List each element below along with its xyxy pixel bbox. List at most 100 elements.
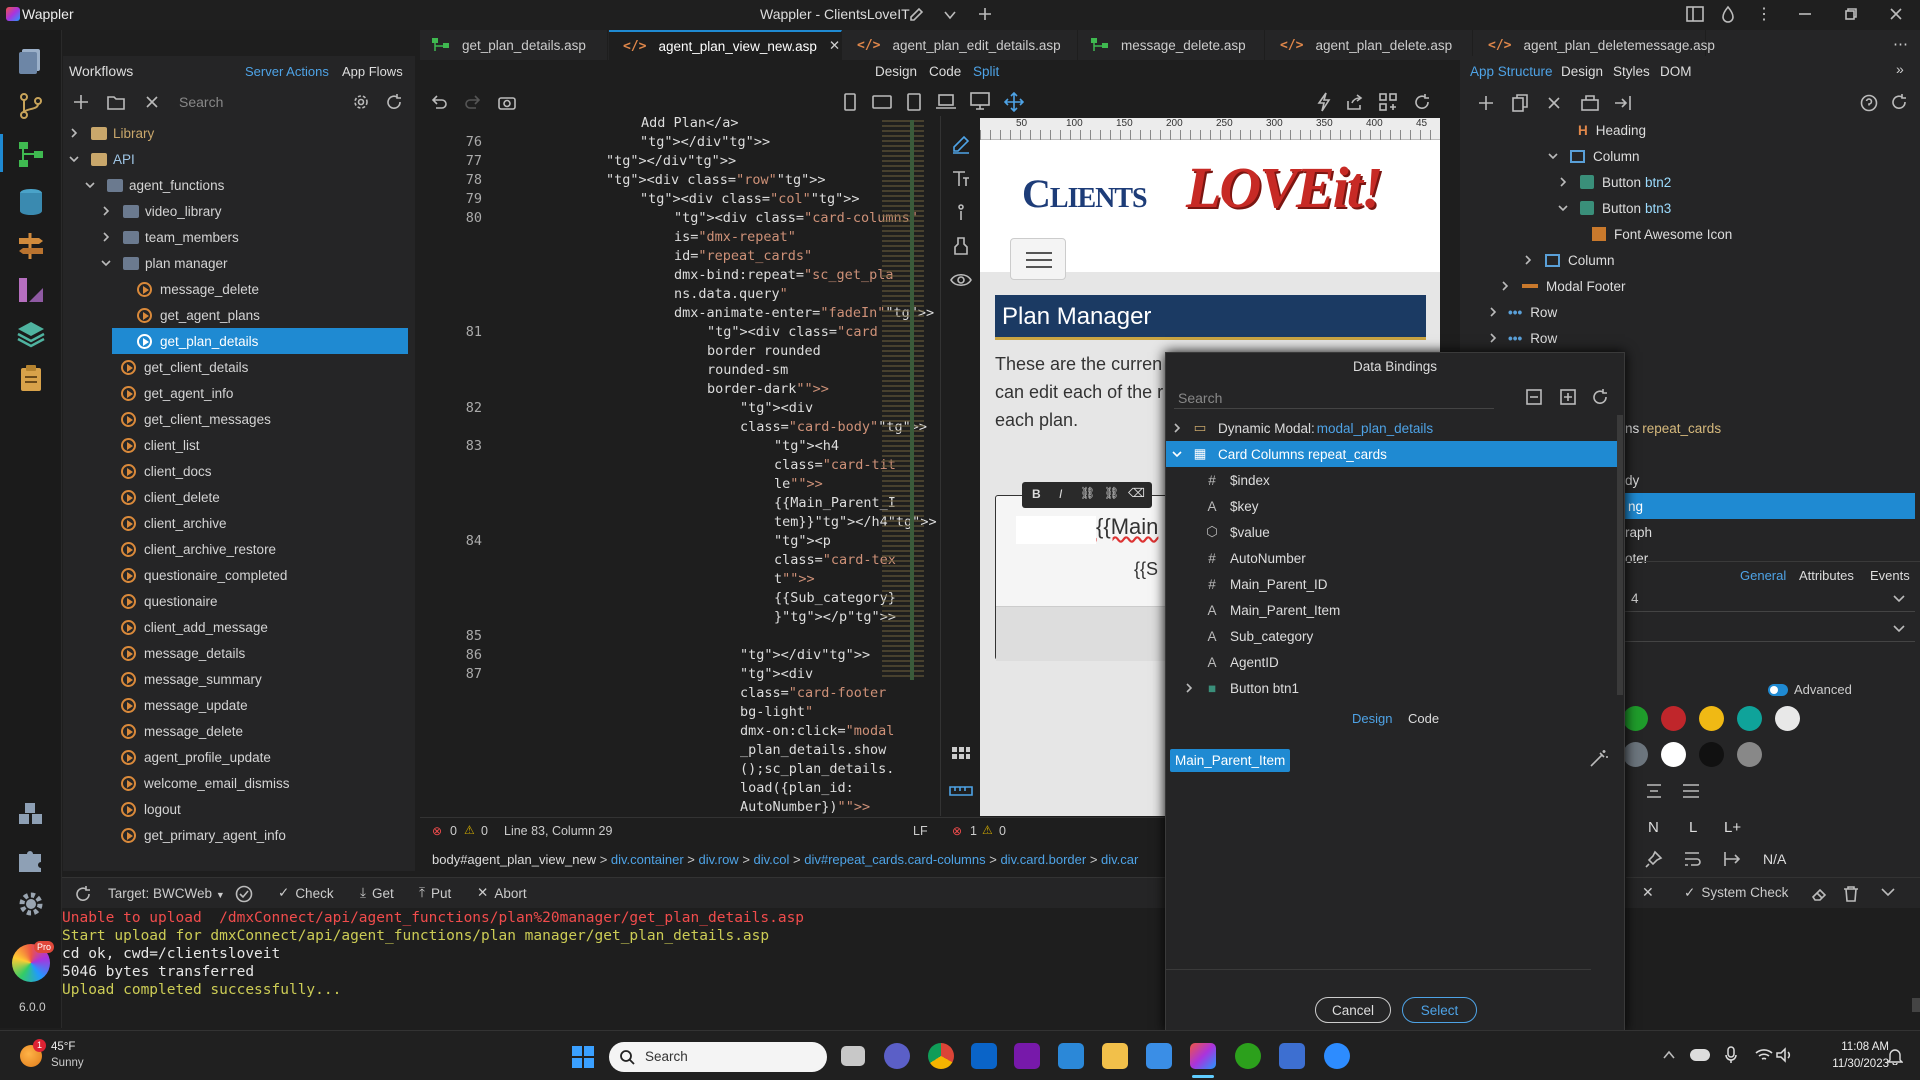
- tab-agent-plan-delete[interactable]: </> agent_plan_delete.asp: [1266, 30, 1473, 60]
- collapse-all-icon[interactable]: [1526, 389, 1542, 405]
- check-button[interactable]: ✓ Check: [278, 885, 334, 901]
- color-swatch[interactable]: [1623, 742, 1648, 767]
- windows-start-icon[interactable]: [572, 1046, 594, 1068]
- card-title[interactable]: {{Main: [1096, 514, 1158, 540]
- volume-icon[interactable]: [1776, 1047, 1794, 1063]
- refresh-preview-icon[interactable]: [1413, 93, 1431, 111]
- binding-item[interactable]: ▦ Card Columns repeat_cards: [1166, 441, 1618, 467]
- tree-item[interactable]: get_agent_info: [63, 380, 408, 406]
- tree-item[interactable]: message_details: [63, 640, 408, 666]
- check-circle-icon[interactable]: [235, 885, 253, 903]
- expand-all-icon[interactable]: [1560, 389, 1576, 405]
- tree-item-get-plan-details[interactable]: get_plan_details: [112, 328, 408, 354]
- settings-icon[interactable]: [15, 888, 47, 920]
- grid-layout-icon[interactable]: [951, 746, 971, 766]
- select-button[interactable]: Select: [1402, 997, 1477, 1023]
- close-icon[interactable]: ✕: [1642, 884, 1654, 901]
- unlink-icon[interactable]: ⛓: [1104, 486, 1119, 500]
- git-icon[interactable]: [15, 90, 47, 122]
- desktop-view-icon[interactable]: [970, 92, 990, 110]
- tree-item-api[interactable]: API: [63, 146, 408, 172]
- zoom-icon[interactable]: [1324, 1043, 1350, 1069]
- help-icon[interactable]: [1860, 94, 1878, 112]
- layers-icon[interactable]: [15, 318, 47, 350]
- color-swatch[interactable]: [1699, 706, 1724, 731]
- extensions-icon[interactable]: [15, 800, 47, 832]
- tree-item[interactable]: client_list: [63, 432, 408, 458]
- tree-item[interactable]: welcome_email_dismiss: [63, 770, 408, 796]
- move-into-icon[interactable]: [1614, 95, 1632, 111]
- na-option[interactable]: N/A: [1763, 851, 1786, 867]
- get-button[interactable]: ⤓ Get: [360, 885, 394, 901]
- clock-date[interactable]: 11/30/2023: [1820, 1058, 1889, 1070]
- pin-icon[interactable]: [1645, 850, 1663, 868]
- breadcrumb-item[interactable]: div.row: [698, 852, 738, 867]
- files-icon[interactable]: [15, 44, 47, 76]
- tree-item-column[interactable]: Column: [1548, 143, 1640, 169]
- refresh-icon[interactable]: [385, 93, 403, 111]
- binding-item[interactable]: ▭ Dynamic Modal: modal_plan_details: [1166, 415, 1618, 441]
- onedrive-icon[interactable]: [1690, 1049, 1710, 1061]
- database-icon[interactable]: [15, 186, 47, 218]
- remote-desktop-icon[interactable]: [1279, 1043, 1305, 1069]
- clipboard-icon[interactable]: [15, 362, 47, 394]
- view-split[interactable]: Split: [973, 64, 999, 79]
- cancel-button[interactable]: Cancel: [1315, 997, 1391, 1023]
- trash-icon[interactable]: [1842, 885, 1860, 903]
- terminal-output[interactable]: Unable to upload /dmxConnect/api/agent_f…: [62, 908, 1167, 1028]
- tree-item[interactable]: client_delete: [63, 484, 408, 510]
- nowrap-icon[interactable]: [1723, 850, 1741, 868]
- prop-tab-events[interactable]: Events: [1870, 568, 1910, 583]
- notepad-icon[interactable]: [1058, 1043, 1084, 1069]
- tree-item-get-agent-plans[interactable]: get_agent_plans: [63, 302, 408, 328]
- mobile-view-icon[interactable]: [843, 93, 857, 111]
- tab-code[interactable]: Code: [1408, 711, 1439, 726]
- text-icon[interactable]: [951, 168, 971, 188]
- tree-item[interactable]: get_client_details: [63, 354, 408, 380]
- breadcrumb-item[interactable]: div.container: [611, 852, 684, 867]
- tree-item[interactable]: client_add_message: [63, 614, 408, 640]
- delete-icon[interactable]: [1547, 96, 1561, 110]
- color-swatch[interactable]: [1737, 706, 1762, 731]
- tree-item-font-awesome-icon[interactable]: Font Awesome Icon: [1592, 221, 1732, 247]
- binding-item[interactable]: ■ Button btn1: [1166, 675, 1618, 701]
- tree-item-team-members[interactable]: team_members: [63, 224, 408, 250]
- line-ending[interactable]: LF: [913, 824, 928, 838]
- tree-item-partial-repeat[interactable]: ns repeat_cards: [1625, 415, 1721, 441]
- tree-item-button-btn2[interactable]: Button btn2: [1558, 169, 1671, 195]
- tree-item-row-2[interactable]: ••• Row: [1488, 325, 1557, 351]
- folder-icon[interactable]: [107, 94, 125, 110]
- eye-icon[interactable]: [950, 270, 972, 290]
- minimize-icon[interactable]: [1797, 6, 1813, 22]
- tree-item[interactable]: message_update: [63, 692, 408, 718]
- clock-time[interactable]: 11:08 AM: [1829, 1041, 1889, 1053]
- align-justify-icon[interactable]: [1682, 784, 1700, 798]
- wrap-icon[interactable]: [1580, 94, 1600, 112]
- tree-item[interactable]: agent_profile_update: [63, 744, 408, 770]
- copy-icon[interactable]: [1512, 94, 1528, 112]
- binding-item[interactable]: # $index: [1166, 467, 1618, 493]
- target-select[interactable]: Target: BWCWeb ▼: [108, 886, 225, 901]
- refresh-icon[interactable]: [1890, 93, 1908, 111]
- brush-icon[interactable]: [951, 236, 971, 256]
- wrap-text-icon[interactable]: [1683, 850, 1703, 868]
- abort-button[interactable]: ✕ Abort: [477, 885, 527, 901]
- navbar-toggle-button[interactable]: [1010, 238, 1066, 280]
- tablet-view-icon[interactable]: [906, 93, 922, 111]
- tree-item[interactable]: message_summary: [63, 666, 408, 692]
- tree-item[interactable]: message_delete: [63, 718, 408, 744]
- add-icon[interactable]: [1478, 95, 1494, 111]
- tree-item[interactable]: client_archive_restore: [63, 536, 408, 562]
- delete-icon[interactable]: [145, 95, 159, 109]
- breadcrumb-item[interactable]: div#repeat_cards.card-columns: [804, 852, 985, 867]
- breadcrumb-item[interactable]: div.card.border: [1000, 852, 1086, 867]
- puzzle-icon[interactable]: [15, 844, 47, 876]
- color-swatch[interactable]: [1661, 742, 1686, 767]
- tree-item[interactable]: questionaire_completed: [63, 562, 408, 588]
- size-normal[interactable]: N: [1648, 819, 1659, 836]
- laptop-view-icon[interactable]: [935, 93, 957, 111]
- microphone-icon[interactable]: [1725, 1046, 1737, 1064]
- chevron-up-icon[interactable]: [1663, 1050, 1675, 1060]
- tab-design[interactable]: Design: [1352, 711, 1392, 726]
- advanced-toggle[interactable]: Advanced: [1768, 682, 1852, 697]
